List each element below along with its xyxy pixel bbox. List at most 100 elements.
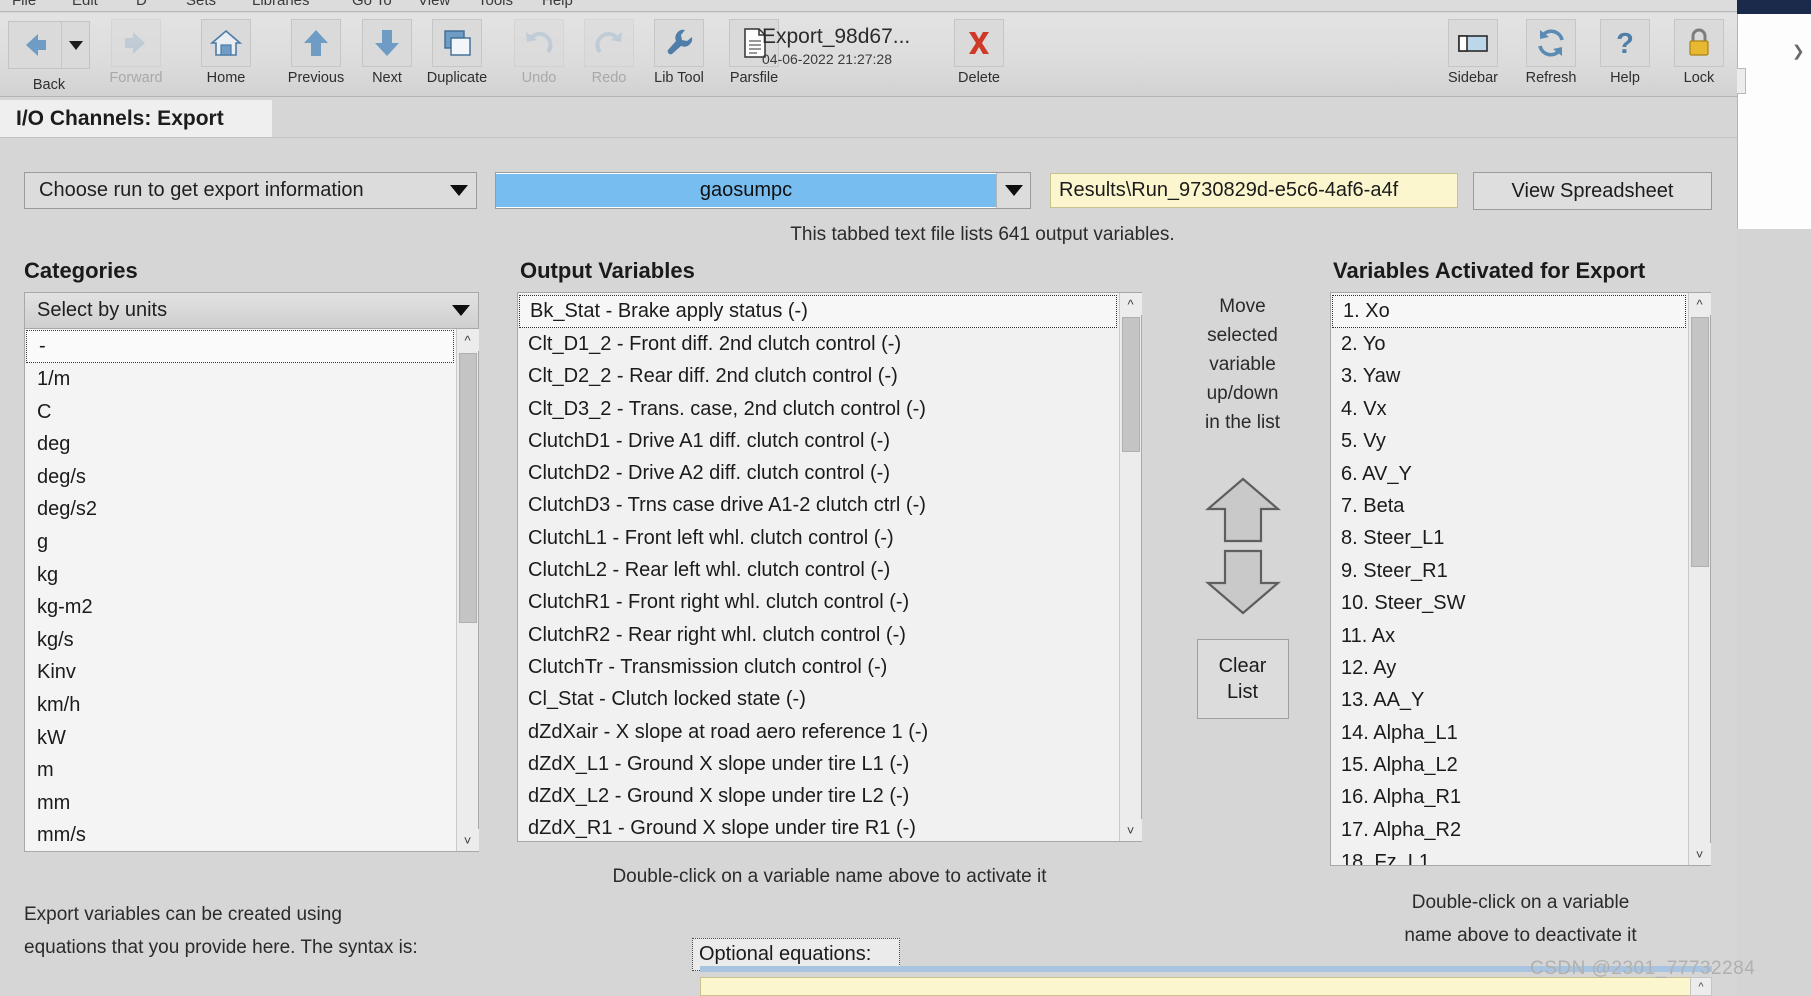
activated-variable-item[interactable]: 10. Steer_SW: [1331, 587, 1688, 619]
output-variable-item[interactable]: ClutchR1 - Front right whl. clutch contr…: [518, 586, 1119, 618]
output-variable-item[interactable]: ClutchL1 - Front left whl. clutch contro…: [518, 522, 1119, 554]
lock-button[interactable]: Lock: [1660, 17, 1738, 93]
output-variable-item[interactable]: dZdX_L1 - Ground X slope under tire L1 (…: [518, 748, 1119, 780]
category-list-item[interactable]: km/h: [25, 689, 456, 722]
sidebar-button[interactable]: Sidebar: [1434, 17, 1512, 93]
activated-variable-item[interactable]: 4. Vx: [1331, 393, 1688, 425]
output-variable-item[interactable]: dZdX_L2 - Ground X slope under tire L2 (…: [518, 780, 1119, 812]
lib-tool-button[interactable]: Lib Tool: [640, 17, 718, 93]
category-list-item[interactable]: deg/s2: [25, 493, 456, 526]
back-history-dropdown[interactable]: [61, 22, 89, 68]
menu-item-tools[interactable]: Tools: [478, 0, 513, 9]
refresh-button[interactable]: Refresh: [1512, 17, 1590, 93]
activated-variable-item[interactable]: 18. Fz_L1: [1331, 846, 1688, 865]
undo-button[interactable]: Undo: [500, 17, 578, 93]
activated-variable-item[interactable]: 17. Alpha_R2: [1331, 814, 1688, 846]
output-variable-item[interactable]: ClutchD1 - Drive A1 diff. clutch control…: [518, 425, 1119, 457]
activated-variable-item[interactable]: 14. Alpha_L1: [1331, 717, 1688, 749]
host-select-dropdown[interactable]: gaosumpc: [495, 172, 1031, 209]
move-up-button[interactable]: [1160, 475, 1325, 545]
output-variable-item[interactable]: ClutchD2 - Drive A2 diff. clutch control…: [518, 457, 1119, 489]
category-list-item[interactable]: kW: [25, 722, 456, 755]
category-list-item[interactable]: kg/s: [25, 624, 456, 657]
activated-variable-item[interactable]: 13. AA_Y: [1331, 684, 1688, 716]
view-spreadsheet-button[interactable]: View Spreadsheet: [1473, 172, 1712, 210]
scroll-down-icon[interactable]: ˅: [456, 829, 479, 851]
activated-variable-item[interactable]: 2. Yo: [1331, 328, 1688, 360]
activated-variable-item[interactable]: 12. Ay: [1331, 652, 1688, 684]
scroll-down-icon[interactable]: ˅: [1688, 843, 1711, 865]
activated-variable-item[interactable]: 5. Vy: [1331, 425, 1688, 457]
category-list-item[interactable]: Kinv: [25, 656, 456, 689]
activated-variable-item[interactable]: 11. Ax: [1331, 620, 1688, 652]
category-list-item[interactable]: mm/s: [25, 819, 456, 851]
category-select-dropdown[interactable]: Select by units: [25, 293, 478, 329]
scroll-up-icon[interactable]: ^: [1688, 293, 1711, 315]
scrollbar-thumb[interactable]: [1691, 317, 1709, 567]
category-list-item[interactable]: 1/m: [25, 363, 456, 396]
activated-variable-item[interactable]: 3. Yaw: [1331, 360, 1688, 392]
category-list-item[interactable]: mm: [25, 787, 456, 820]
scroll-up-icon[interactable]: ^: [456, 329, 479, 351]
activated-variable-item[interactable]: 1. Xo: [1332, 295, 1686, 328]
undo-icon: [514, 19, 564, 67]
output-variable-item[interactable]: ClutchL2 - Rear left whl. clutch control…: [518, 554, 1119, 586]
activated-variables-panel[interactable]: 1. Xo 2. Yo 3. Yaw 4. Vx 5. Vy 6. AV_Y 7. Beta…: [1330, 292, 1711, 866]
categories-list[interactable]: -1/m Cdeg deg/s deg/s2 g kg kg-m2 kg/s Kinv km/h k…: [25, 329, 479, 851]
move-down-button[interactable]: [1160, 547, 1325, 617]
home-button[interactable]: Home: [187, 17, 265, 93]
delete-button[interactable]: Delete: [940, 17, 1018, 93]
next-button[interactable]: Next: [348, 17, 426, 93]
categories-scrollbar[interactable]: ^ ˅: [456, 329, 479, 851]
run-select-dropdown[interactable]: Choose run to get export information: [24, 172, 477, 209]
output-variables-panel[interactable]: Bk_Stat - Brake apply status (-) Clt_D1_2…: [517, 292, 1142, 842]
output-variable-item[interactable]: ClutchR2 - Rear right whl. clutch contro…: [518, 619, 1119, 651]
duplicate-button[interactable]: Duplicate: [418, 17, 496, 93]
output-variable-item[interactable]: ClutchD3 - Trns case drive A1-2 clutch c…: [518, 489, 1119, 521]
activated-variable-item[interactable]: 6. AV_Y: [1331, 458, 1688, 490]
redo-button[interactable]: Redo: [570, 17, 648, 93]
help-button[interactable]: ? Help: [1586, 17, 1664, 93]
scrollbar-thumb[interactable]: [459, 353, 477, 623]
activated-variable-item[interactable]: 7. Beta: [1331, 490, 1688, 522]
menu-item-libraries[interactable]: Libraries: [252, 0, 310, 9]
back-button-group[interactable]: [8, 21, 90, 69]
menu-item-edit[interactable]: Edit: [72, 0, 98, 9]
output-variable-item[interactable]: Clt_D3_2 - Trans. case, 2nd clutch contr…: [518, 393, 1119, 425]
output-variable-item[interactable]: Clt_D1_2 - Front diff. 2nd clutch contro…: [518, 328, 1119, 360]
activated-variable-item[interactable]: 9. Steer_R1: [1331, 555, 1688, 587]
menu-item-d[interactable]: D: [136, 0, 147, 9]
menu-item-file[interactable]: File: [12, 0, 36, 9]
category-list-item[interactable]: deg: [25, 428, 456, 461]
activated-variable-item[interactable]: 16. Alpha_R1: [1331, 781, 1688, 813]
category-list-item[interactable]: kg-m2: [25, 591, 456, 624]
output-variable-item[interactable]: ClutchTr - Transmission clutch control (…: [518, 651, 1119, 683]
menu-item-help[interactable]: Help: [542, 0, 573, 9]
category-list-item[interactable]: deg/s: [25, 461, 456, 494]
activated-variable-item[interactable]: 15. Alpha_L2: [1331, 749, 1688, 781]
clear-list-button[interactable]: Clear List: [1196, 639, 1289, 719]
scrollbar-thumb[interactable]: [1122, 317, 1140, 452]
category-list-item[interactable]: m: [25, 754, 456, 787]
category-list-item[interactable]: C: [25, 396, 456, 429]
output-variable-item[interactable]: Clt_D2_2 - Rear diff. 2nd clutch control…: [518, 360, 1119, 392]
menu-item-view[interactable]: View: [418, 0, 450, 9]
output-variable-item[interactable]: Cl_Stat - Clutch locked state (-): [518, 683, 1119, 715]
category-list-item[interactable]: kg: [25, 559, 456, 592]
output-variable-item[interactable]: dZdX_R1 - Ground X slope under tire R1 (…: [518, 812, 1119, 841]
scroll-down-icon[interactable]: ˅: [1119, 819, 1142, 841]
output-variables-scrollbar[interactable]: ^ ˅: [1119, 293, 1142, 841]
activated-variables-scrollbar[interactable]: ^ ˅: [1688, 293, 1711, 865]
results-path-field[interactable]: Results\Run_9730829d-e5c6-4af6-a4f: [1050, 173, 1458, 208]
category-list-item[interactable]: g: [25, 526, 456, 559]
output-variable-item[interactable]: dZdXair - X slope at road aero reference…: [518, 716, 1119, 748]
activated-variable-item[interactable]: 8. Steer_L1: [1331, 522, 1688, 554]
back-icon[interactable]: [9, 22, 61, 68]
output-variable-item[interactable]: Bk_Stat - Brake apply status (-): [519, 295, 1117, 328]
forward-button[interactable]: Forward: [97, 17, 175, 93]
menu-item-go-to[interactable]: Go To: [352, 0, 392, 9]
category-list-item[interactable]: -: [26, 330, 454, 363]
menu-item-sets[interactable]: Sets: [186, 0, 216, 9]
previous-button[interactable]: Previous: [277, 17, 355, 93]
scroll-up-icon[interactable]: ^: [1119, 293, 1142, 315]
